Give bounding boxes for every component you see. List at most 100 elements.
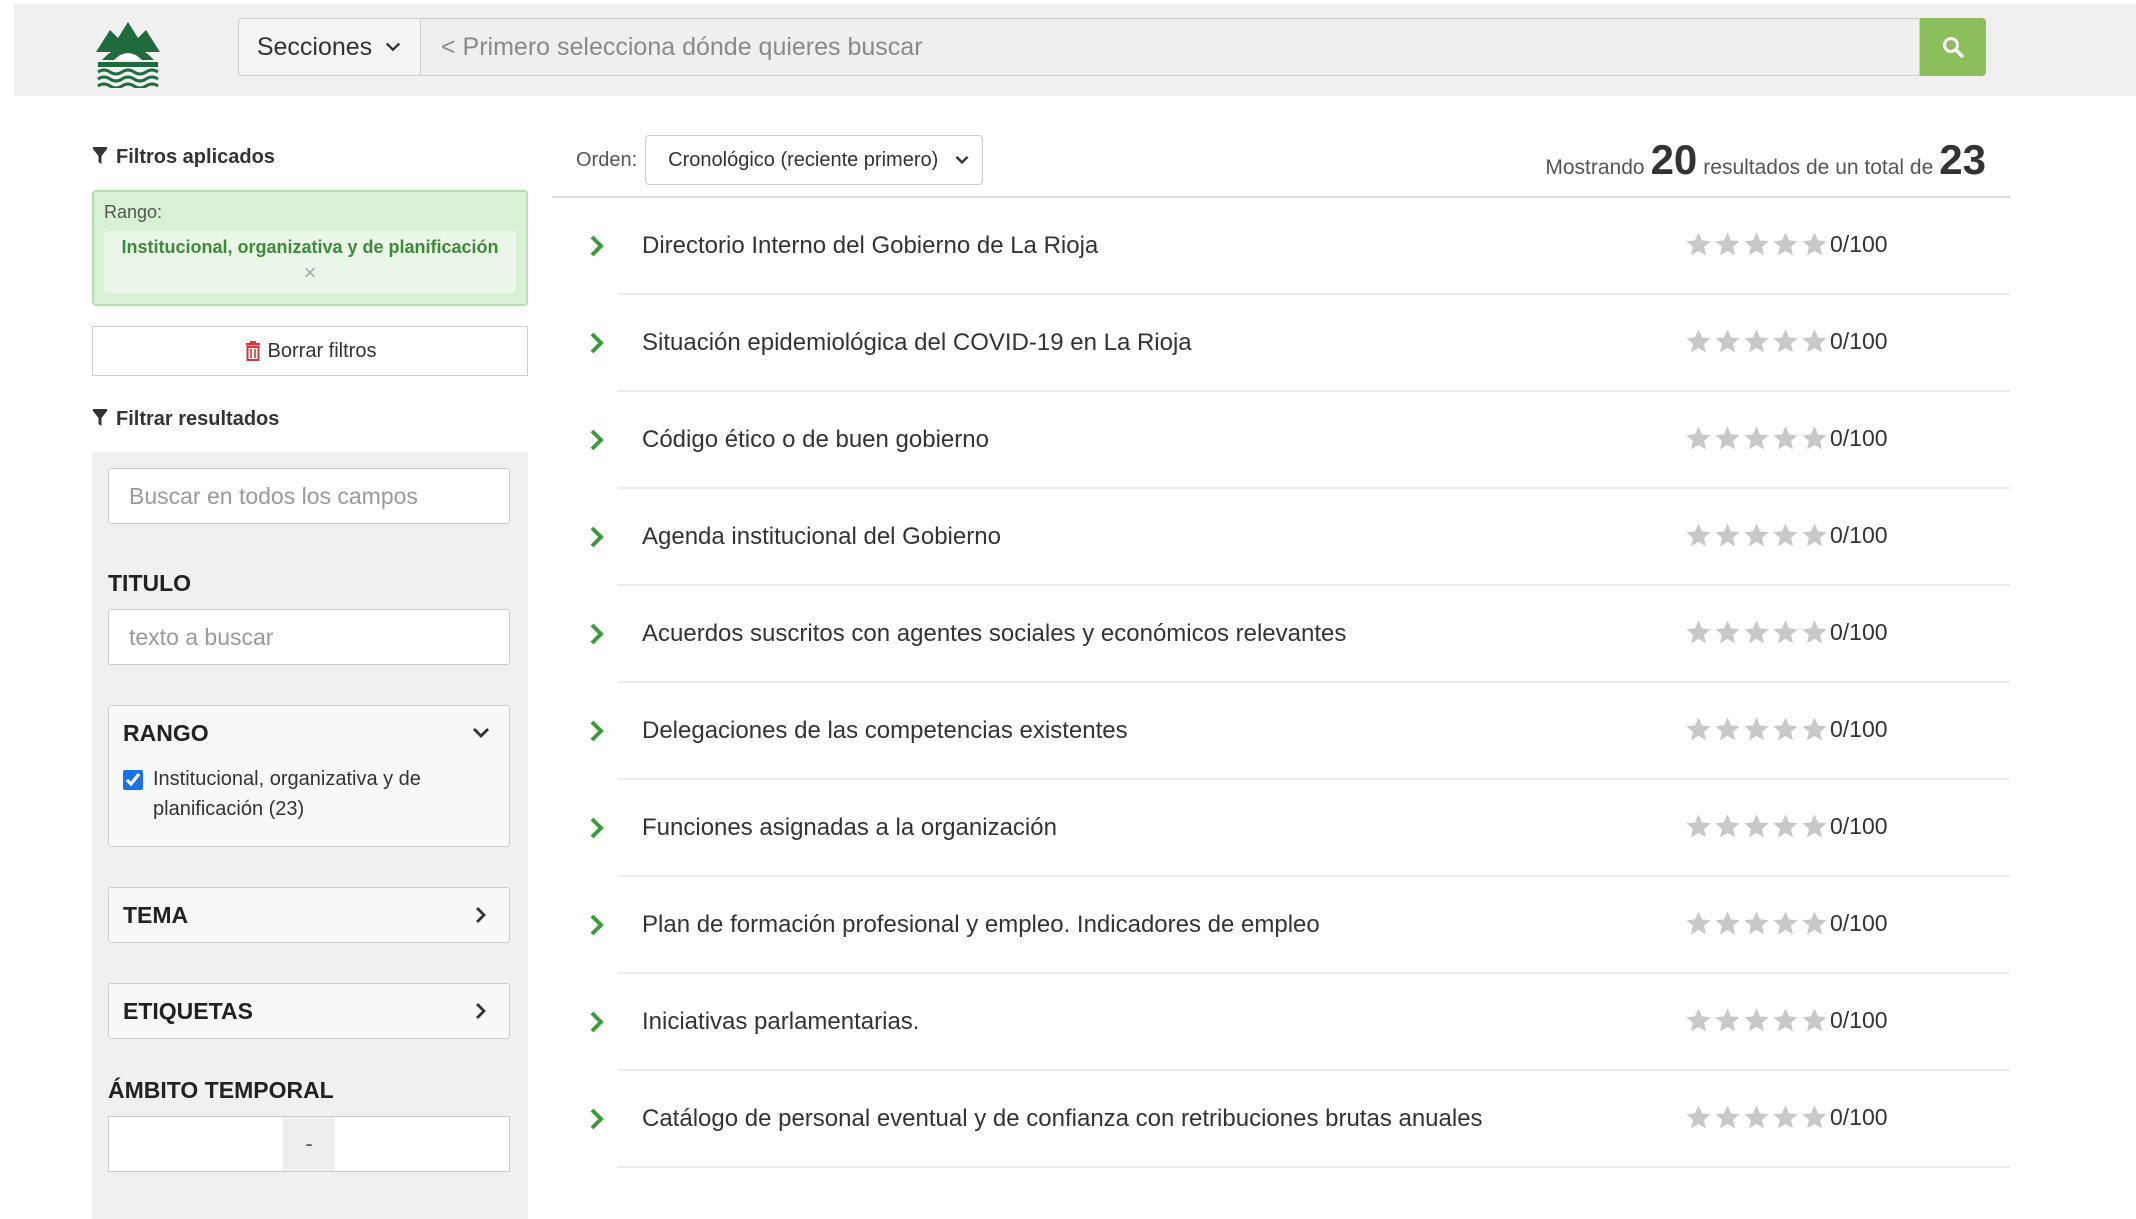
result-title[interactable]: Directorio Interno del Gobierno de La Ri… [642,232,1098,260]
rango-option-checkbox[interactable] [123,770,143,790]
chevron-right-icon[interactable] [588,234,606,258]
count-prefix: Mostrando [1545,156,1645,179]
star-icon [1686,620,1711,644]
star-icon [1686,329,1711,353]
filter-results-title: Filtrar resultados [116,407,280,430]
filter-icon [93,147,107,164]
chevron-right-icon[interactable] [588,913,606,937]
result-row[interactable]: Código ético o de buen gobierno 0/100 [552,392,2010,489]
result-row[interactable]: Delegaciones de las competencias existen… [552,683,2010,780]
chevron-right-icon[interactable] [588,1107,606,1131]
result-row[interactable]: Directorio Interno del Gobierno de La Ri… [552,198,2010,295]
star-icon [1773,426,1798,450]
result-score: 0/100 [1830,813,1888,839]
count-total: 23 [1939,136,1986,183]
star-icon [1744,717,1769,741]
count-shown: 20 [1650,136,1698,183]
star-icon [1744,232,1769,256]
chevron-down-icon [473,728,489,738]
tema-facet-label: TEMA [123,901,189,928]
clear-filters-label: Borrar filtros [267,339,377,362]
result-title[interactable]: Delegaciones de las competencias existen… [642,717,1128,745]
ambito-to-input[interactable] [335,1116,510,1172]
chevron-right-icon[interactable] [588,428,606,452]
titulo-label: TITULO [108,570,192,596]
ambito-from-input[interactable] [108,1116,283,1172]
clear-filters-button[interactable]: Borrar filtros [92,326,528,376]
star-icon [1715,1105,1740,1129]
result-rating: 0/100 [1684,1006,1888,1035]
applied-filters-title: Filtros aplicados [116,145,275,168]
result-rating: 0/100 [1684,909,1888,938]
result-rating: 0/100 [1684,424,1888,453]
result-rating: 0/100 [1684,521,1888,550]
star-icon [1802,1105,1827,1129]
order-select[interactable]: Cronológico (reciente primero) [645,135,984,185]
result-title[interactable]: Iniciativas parlamentarias. [642,1008,919,1036]
chevron-right-icon[interactable] [588,622,606,646]
rango-facet: RANGO Institucional, organizativa y de p… [108,705,510,847]
search-button[interactable] [1920,18,1986,76]
filter-panel: TITULO RANGO Institucional, organizativa… [92,452,528,1219]
remove-filter-icon[interactable]: × [104,260,516,286]
star-icon [1773,620,1798,644]
star-icon [1744,814,1769,838]
result-title[interactable]: Agenda institucional del Gobierno [642,523,1001,551]
result-row[interactable]: Funciones asignadas a la organización 0/1… [552,780,2010,877]
etiquetas-facet-toggle[interactable]: ETIQUETAS [109,984,509,1038]
star-icon [1686,717,1711,741]
chevron-right-icon[interactable] [588,719,606,743]
tema-facet-toggle[interactable]: TEMA [109,888,509,942]
chevron-down-icon [386,42,401,52]
result-row[interactable]: Plan de formación profesional y empleo. … [552,877,2010,974]
chevron-right-icon[interactable] [588,331,606,355]
result-title[interactable]: Catálogo de personal eventual y de confi… [642,1105,1483,1133]
result-title[interactable]: Código ético o de buen gobierno [642,426,989,454]
result-row[interactable]: Acuerdos suscritos con agentes sociales … [552,586,2010,683]
sections-dropdown[interactable]: Secciones [238,18,420,76]
applied-filter-box: Rango: Institucional, organizativa y de … [92,190,528,306]
star-icon [1715,911,1740,935]
star-icon [1686,911,1711,935]
star-icon [1773,523,1798,547]
result-title[interactable]: Funciones asignadas a la organización [642,814,1057,842]
sections-label: Secciones [256,32,373,61]
search-icon [1943,37,1964,58]
chevron-right-icon[interactable] [588,525,606,549]
result-title[interactable]: Plan de formación profesional y empleo. … [642,911,1320,939]
result-score: 0/100 [1830,522,1888,548]
titulo-input[interactable] [108,609,510,665]
star-icon [1715,232,1740,256]
result-score: 0/100 [1830,328,1888,354]
ambito-temporal-label: ÁMBITO TEMPORAL [108,1077,334,1103]
rango-option: Institucional, organizativa y de planifi… [109,760,509,846]
result-rating: 0/100 [1684,1103,1888,1132]
sidebar: Filtros aplicados Rango: Institucional, … [92,140,528,1219]
result-row[interactable]: Iniciativas parlamentarias. 0/100 [552,974,2010,1071]
star-icon [1715,1008,1740,1032]
result-score: 0/100 [1830,716,1888,742]
chevron-right-icon[interactable] [588,1010,606,1034]
result-row[interactable]: Agenda institucional del Gobierno 0/100 [552,489,2010,586]
star-icon [1773,911,1798,935]
etiquetas-facet-label: ETIQUETAS [123,997,253,1024]
search-all-fields-input[interactable] [108,468,510,524]
result-title[interactable]: Acuerdos suscritos con agentes sociales … [642,620,1346,648]
rango-facet-toggle[interactable]: RANGO [109,706,509,760]
result-score: 0/100 [1830,231,1888,257]
order-select-value: Cronológico (reciente primero) [668,148,939,171]
star-icon [1715,426,1740,450]
star-icon [1744,1008,1769,1032]
chevron-right-icon[interactable] [588,816,606,840]
result-title[interactable]: Situación epidemiológica del COVID-19 en… [642,329,1192,357]
main-search-input[interactable]: < Primero selecciona dónde quieres busca… [420,18,1920,76]
result-score: 0/100 [1830,1007,1888,1033]
result-row[interactable]: Catálogo de personal eventual y de confi… [552,1071,2010,1168]
star-icon [1686,523,1711,547]
la-rioja-logo-icon[interactable] [92,16,164,88]
star-icon [1802,814,1827,838]
result-row[interactable]: Situación epidemiológica del COVID-19 en… [552,295,2010,392]
rango-option-label[interactable]: Institucional, organizativa y de planifi… [153,764,495,824]
result-score: 0/100 [1830,1104,1888,1130]
result-score: 0/100 [1830,910,1888,936]
